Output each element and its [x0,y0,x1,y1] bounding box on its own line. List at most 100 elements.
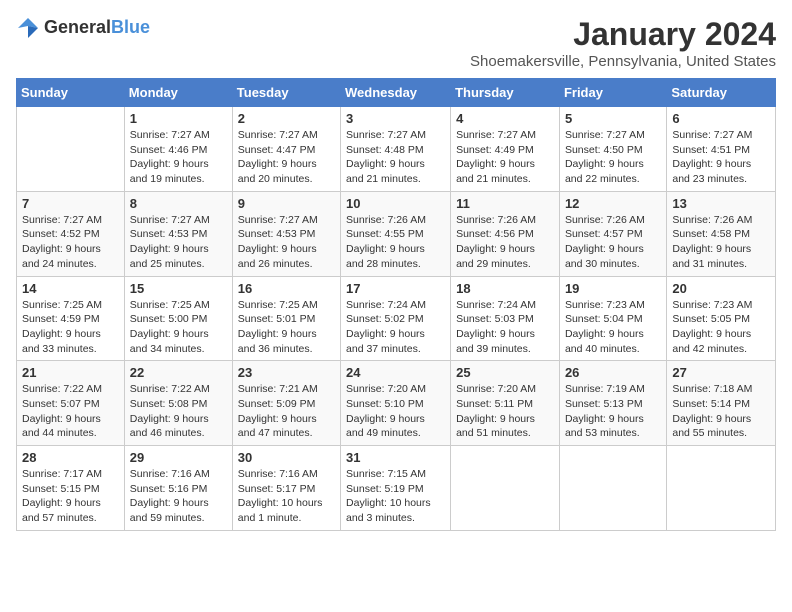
day-number: 19 [565,281,661,296]
day-number: 16 [238,281,335,296]
day-info: Sunrise: 7:19 AMSunset: 5:13 PMDaylight:… [565,382,661,441]
day-number: 17 [346,281,445,296]
day-info: Sunrise: 7:24 AMSunset: 5:03 PMDaylight:… [456,298,554,357]
day-number: 1 [130,111,227,126]
day-info: Sunrise: 7:27 AMSunset: 4:53 PMDaylight:… [130,213,227,272]
calendar-cell: 26 Sunrise: 7:19 AMSunset: 5:13 PMDayligh… [559,361,666,446]
day-info: Sunrise: 7:15 AMSunset: 5:19 PMDaylight:… [346,467,445,526]
day-info: Sunrise: 7:27 AMSunset: 4:46 PMDaylight:… [130,128,227,187]
day-header-thursday: Thursday [451,79,560,107]
day-header-wednesday: Wednesday [341,79,451,107]
day-info: Sunrise: 7:17 AMSunset: 5:15 PMDaylight:… [22,467,119,526]
day-info: Sunrise: 7:27 AMSunset: 4:53 PMDaylight:… [238,213,335,272]
day-info: Sunrise: 7:27 AMSunset: 4:52 PMDaylight:… [22,213,119,272]
calendar-cell: 9 Sunrise: 7:27 AMSunset: 4:53 PMDaylight… [232,191,340,276]
calendar-cell: 24 Sunrise: 7:20 AMSunset: 5:10 PMDayligh… [341,361,451,446]
calendar-cell: 7 Sunrise: 7:27 AMSunset: 4:52 PMDaylight… [17,191,125,276]
day-info: Sunrise: 7:27 AMSunset: 4:49 PMDaylight:… [456,128,554,187]
calendar-cell: 3 Sunrise: 7:27 AMSunset: 4:48 PMDaylight… [341,107,451,192]
day-number: 15 [130,281,227,296]
day-number: 20 [672,281,770,296]
day-header-monday: Monday [124,79,232,107]
day-number: 13 [672,196,770,211]
day-info: Sunrise: 7:26 AMSunset: 4:57 PMDaylight:… [565,213,661,272]
day-info: Sunrise: 7:25 AMSunset: 4:59 PMDaylight:… [22,298,119,357]
calendar-cell: 17Sunrise: 7:24 AMSunset: 5:02 PMDayligh… [341,276,451,361]
day-info: Sunrise: 7:23 AMSunset: 5:04 PMDaylight:… [565,298,661,357]
calendar-cell: 5 Sunrise: 7:27 AMSunset: 4:50 PMDaylight… [559,107,666,192]
calendar-cell: 20 Sunrise: 7:23 AMSunset: 5:05 PMDayligh… [667,276,776,361]
day-number: 9 [238,196,335,211]
day-number: 22 [130,365,227,380]
day-number: 3 [346,111,445,126]
week-row-4: 28 Sunrise: 7:17 AMSunset: 5:15 PMDayligh… [17,446,776,531]
day-info: Sunrise: 7:26 AMSunset: 4:55 PMDaylight:… [346,213,445,272]
logo: GeneralBlue [16,16,150,40]
calendar-cell [451,446,560,531]
week-row-3: 21 Sunrise: 7:22 AMSunset: 5:07 PMDayligh… [17,361,776,446]
day-info: Sunrise: 7:27 AMSunset: 4:47 PMDaylight:… [238,128,335,187]
day-info: Sunrise: 7:22 AMSunset: 5:07 PMDaylight:… [22,382,119,441]
calendar-cell: 13 Sunrise: 7:26 AMSunset: 4:58 PMDayligh… [667,191,776,276]
logo-icon [16,16,40,40]
day-number: 31 [346,450,445,465]
week-row-0: 1 Sunrise: 7:27 AMSunset: 4:46 PMDaylight… [17,107,776,192]
day-info: Sunrise: 7:20 AMSunset: 5:10 PMDaylight:… [346,382,445,441]
calendar-cell: 21 Sunrise: 7:22 AMSunset: 5:07 PMDayligh… [17,361,125,446]
calendar-cell: 23Sunrise: 7:21 AMSunset: 5:09 PMDayligh… [232,361,340,446]
calendar-cell: 16Sunrise: 7:25 AMSunset: 5:01 PMDayligh… [232,276,340,361]
day-number: 27 [672,365,770,380]
day-info: Sunrise: 7:18 AMSunset: 5:14 PMDaylight:… [672,382,770,441]
calendar-cell: 30 Sunrise: 7:16 AMSunset: 5:17 PMDayligh… [232,446,340,531]
day-info: Sunrise: 7:27 AMSunset: 4:51 PMDaylight:… [672,128,770,187]
day-number: 11 [456,196,554,211]
day-header-saturday: Saturday [667,79,776,107]
day-number: 28 [22,450,119,465]
day-number: 14 [22,281,119,296]
calendar-cell: 18 Sunrise: 7:24 AMSunset: 5:03 PMDayligh… [451,276,560,361]
calendar-cell: 28 Sunrise: 7:17 AMSunset: 5:15 PMDayligh… [17,446,125,531]
calendar-cell: 1 Sunrise: 7:27 AMSunset: 4:46 PMDaylight… [124,107,232,192]
day-number: 6 [672,111,770,126]
week-row-2: 14 Sunrise: 7:25 AMSunset: 4:59 PMDayligh… [17,276,776,361]
day-number: 24 [346,365,445,380]
day-info: Sunrise: 7:26 AMSunset: 4:58 PMDaylight:… [672,213,770,272]
day-info: Sunrise: 7:22 AMSunset: 5:08 PMDaylight:… [130,382,227,441]
week-row-1: 7 Sunrise: 7:27 AMSunset: 4:52 PMDaylight… [17,191,776,276]
day-info: Sunrise: 7:27 AMSunset: 4:48 PMDaylight:… [346,128,445,187]
day-number: 30 [238,450,335,465]
calendar-table: SundayMondayTuesdayWednesdayThursdayFrid… [16,78,776,531]
day-number: 29 [130,450,227,465]
day-info: Sunrise: 7:23 AMSunset: 5:05 PMDaylight:… [672,298,770,357]
title-area: January 2024 Shoemakersville, Pennsylvan… [470,16,776,70]
day-number: 26 [565,365,661,380]
day-number: 4 [456,111,554,126]
day-number: 25 [456,365,554,380]
day-number: 10 [346,196,445,211]
header: GeneralBlue January 2024 Shoemakersville… [16,16,776,70]
day-header-tuesday: Tuesday [232,79,340,107]
header-row: SundayMondayTuesdayWednesdayThursdayFrid… [17,79,776,107]
day-info: Sunrise: 7:16 AMSunset: 5:16 PMDaylight:… [130,467,227,526]
day-number: 5 [565,111,661,126]
location-subtitle: Shoemakersville, Pennsylvania, United St… [470,53,776,70]
day-info: Sunrise: 7:27 AMSunset: 4:50 PMDaylight:… [565,128,661,187]
day-number: 8 [130,196,227,211]
calendar-cell: 10 Sunrise: 7:26 AMSunset: 4:55 PMDayligh… [341,191,451,276]
day-header-sunday: Sunday [17,79,125,107]
calendar-cell: 31 Sunrise: 7:15 AMSunset: 5:19 PMDayligh… [341,446,451,531]
calendar-cell [17,107,125,192]
calendar-cell: 6 Sunrise: 7:27 AMSunset: 4:51 PMDaylight… [667,107,776,192]
day-number: 18 [456,281,554,296]
day-info: Sunrise: 7:16 AMSunset: 5:17 PMDaylight:… [238,467,335,526]
calendar-cell: 25Sunrise: 7:20 AMSunset: 5:11 PMDayligh… [451,361,560,446]
day-number: 21 [22,365,119,380]
calendar-cell: 19 Sunrise: 7:23 AMSunset: 5:04 PMDayligh… [559,276,666,361]
calendar-cell: 11Sunrise: 7:26 AMSunset: 4:56 PMDayligh… [451,191,560,276]
calendar-cell: 27 Sunrise: 7:18 AMSunset: 5:14 PMDayligh… [667,361,776,446]
calendar-cell: 12Sunrise: 7:26 AMSunset: 4:57 PMDayligh… [559,191,666,276]
calendar-cell [559,446,666,531]
calendar-cell: 15Sunrise: 7:25 AMSunset: 5:00 PMDayligh… [124,276,232,361]
day-number: 7 [22,196,119,211]
day-header-friday: Friday [559,79,666,107]
